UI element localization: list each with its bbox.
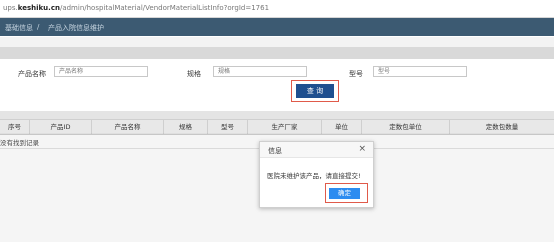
dialog-message: 医院未维护该产品，请直接提交! [267, 172, 361, 180]
column-header-index: 序号 [0, 120, 30, 134]
url-text[interactable]: ups.keshiku.cn/admin/hospitalMaterial/Ve… [3, 4, 269, 12]
column-header-product-name: 产品名称 [92, 120, 164, 134]
content-top-band [0, 37, 554, 47]
table-toolbar-band [0, 111, 554, 119]
product-name-input[interactable] [54, 66, 148, 77]
column-header-package-quantity: 定数包数量 [485, 123, 519, 131]
breadcrumb-current: 产品入院信息维护 [48, 24, 104, 32]
spec-label: 规格 [187, 70, 201, 78]
close-icon[interactable]: × [358, 144, 366, 154]
column-header-manufacturer: 生产厂家 [248, 120, 322, 134]
ok-button[interactable]: 确定 [329, 188, 360, 199]
breadcrumb-separator: / [37, 23, 40, 31]
dialog-header: 信息 × [260, 142, 373, 158]
dialog-title: 信息 [268, 147, 282, 155]
column-header-product-id: 产品ID [30, 120, 92, 134]
query-button[interactable]: 查 询 [296, 84, 334, 98]
column-header-spec: 规格 [164, 120, 208, 134]
browser-address-bar[interactable]: ups.keshiku.cn/admin/hospitalMaterial/Ve… [0, 0, 554, 18]
breadcrumb: 基础信息 / 产品入院信息维护 [0, 18, 554, 36]
column-header-package-unit: 定数包单位 [362, 120, 450, 134]
model-label: 型号 [349, 70, 363, 78]
breadcrumb-root[interactable]: 基础信息 [5, 23, 33, 33]
product-name-label: 产品名称 [18, 70, 46, 78]
column-header-model: 型号 [208, 120, 248, 134]
model-input[interactable] [373, 66, 467, 77]
search-panel-header [0, 47, 554, 59]
spec-input[interactable] [213, 66, 307, 77]
column-header-unit: 单位 [322, 120, 362, 134]
